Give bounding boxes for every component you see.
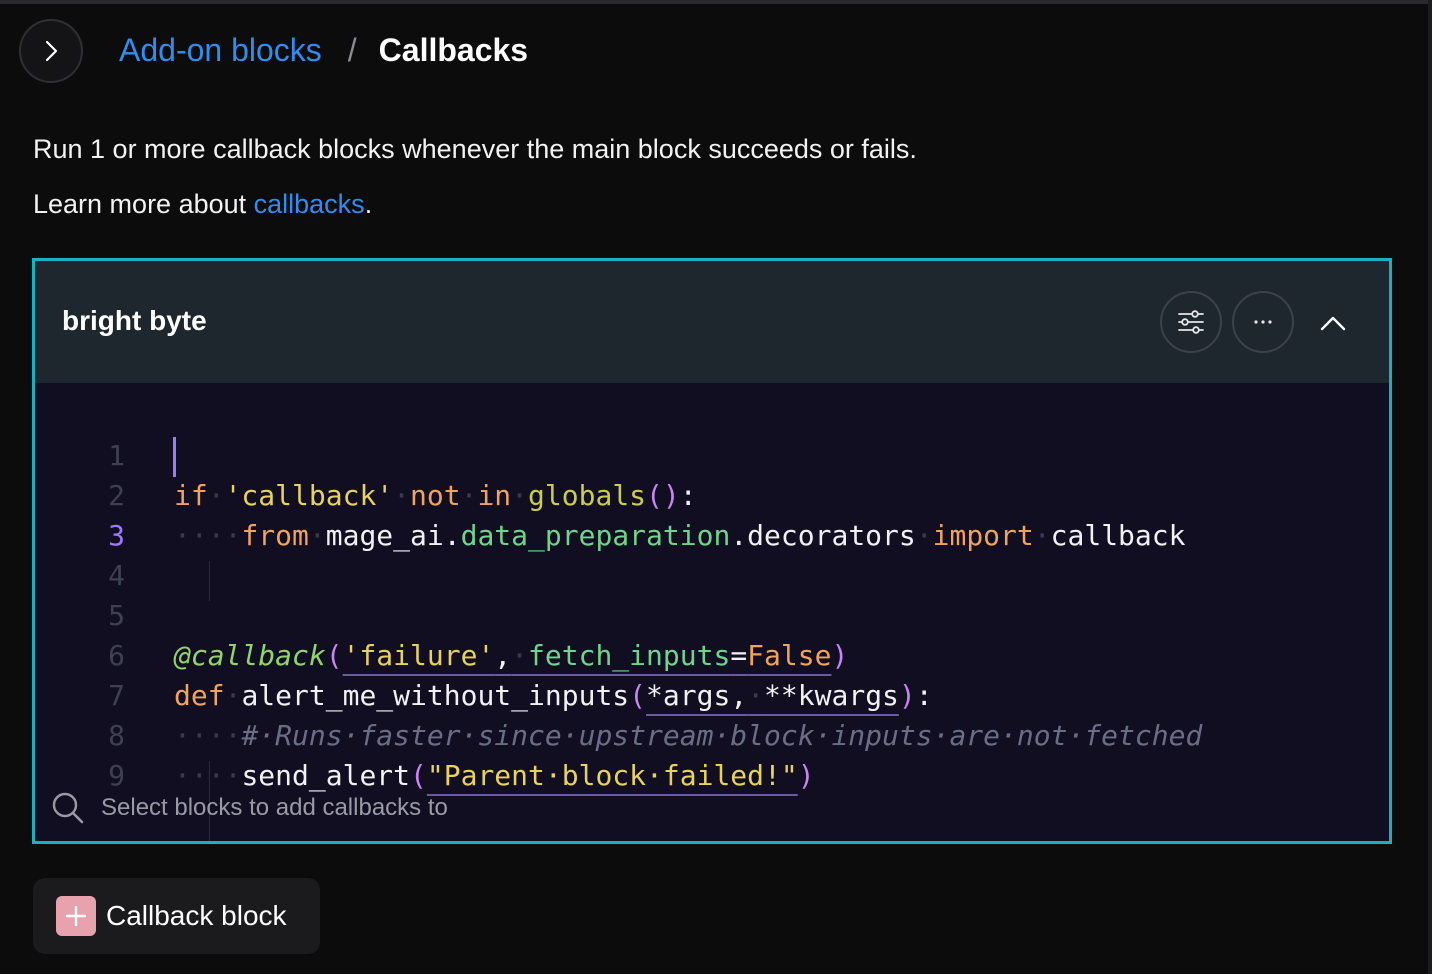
search-input[interactable] (99, 787, 1103, 829)
expand-sidebar-button[interactable] (19, 19, 83, 83)
add-callback-block-button[interactable]: Callback block (33, 878, 320, 954)
breadcrumb-addon-blocks-link[interactable]: Add-on blocks (119, 32, 322, 69)
block-header: bright byte (35, 261, 1389, 383)
code-line: 7 ····#·Runs·faster·since·upstream·block… (35, 636, 1389, 752)
learn-more-prefix: Learn more about (33, 189, 254, 219)
code-line: 9 (35, 716, 1389, 792)
chevron-right-icon (45, 40, 58, 62)
text-cursor (173, 437, 176, 477)
code-line: 1 if·'callback'·not·in·globals(): (35, 396, 1389, 512)
window-right-border (1428, 0, 1432, 974)
code-line: 3 (35, 476, 1389, 552)
learn-more-text: Learn more about callbacks. (33, 189, 372, 220)
plus-icon (56, 896, 96, 936)
code-line: 8 ····send_alert("Parent·block·failed!") (35, 676, 1389, 792)
collapse-block-button[interactable] (1313, 303, 1353, 343)
description-text: Run 1 or more callback blocks whenever t… (33, 134, 917, 164)
callbacks-docs-link[interactable]: callbacks (254, 189, 365, 219)
more-horizontal-icon (1254, 320, 1272, 324)
code-line: 2 ····from·mage_ai.data_preparation.deco… (35, 436, 1389, 552)
code-editor[interactable]: 1 if·'callback'·not·in·globals(): 2 ····… (35, 383, 1389, 841)
page-title: Callbacks (378, 31, 529, 68)
window-top-border (0, 0, 1432, 4)
block-title: bright byte (62, 305, 207, 336)
block-more-options-button[interactable] (1232, 291, 1294, 353)
breadcrumb: Add-on blocks / Callbacks (119, 28, 528, 72)
breadcrumb-separator: / (347, 31, 357, 68)
sliders-icon (1178, 310, 1204, 334)
callback-block-card: bright byte 1 if·'callback'·not·in·globa… (32, 258, 1392, 844)
learn-more-suffix: . (364, 189, 373, 219)
code-line: 5 @callback('failure',·fetch_inputs=Fals… (35, 556, 1389, 672)
chevron-up-icon (1320, 316, 1346, 331)
add-callback-block-label: Callback block (106, 900, 287, 931)
block-settings-button[interactable] (1160, 291, 1222, 353)
code-line: 6 def·alert_me_without_inputs(*args,·**k… (35, 596, 1389, 712)
search-icon[interactable] (51, 791, 85, 825)
callback-block-search (35, 773, 1389, 843)
code-line: 4 (35, 516, 1389, 592)
